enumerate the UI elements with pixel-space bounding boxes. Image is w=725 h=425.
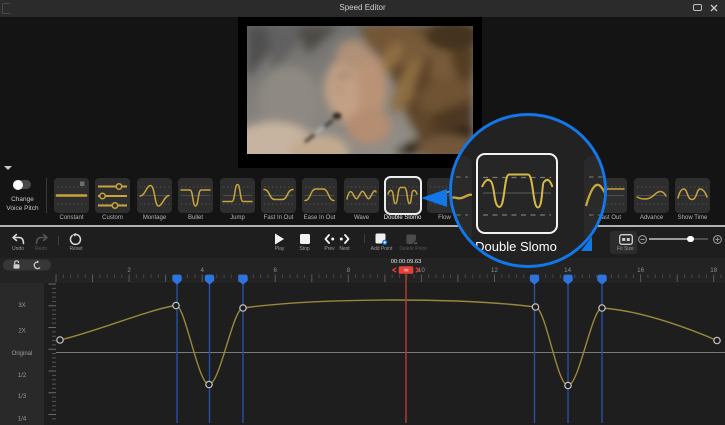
svg-text:6: 6 (273, 267, 277, 274)
svg-text:2X: 2X (18, 329, 25, 335)
svg-text:1/2: 1/2 (18, 373, 27, 379)
svg-text:1/3: 1/3 (18, 394, 27, 400)
svg-text:4: 4 (200, 267, 204, 274)
svg-text:3X: 3X (18, 303, 25, 309)
svg-text:2: 2 (127, 267, 131, 274)
svg-text:8: 8 (347, 267, 351, 274)
svg-text:14: 14 (564, 267, 571, 274)
svg-text:Original: Original (12, 351, 33, 357)
svg-text:1/4: 1/4 (18, 417, 27, 423)
svg-text:12: 12 (491, 267, 498, 274)
svg-text:16: 16 (637, 267, 644, 274)
svg-text:18: 18 (710, 267, 717, 274)
svg-text:00:00:09.63: 00:00:09.63 (391, 259, 422, 265)
